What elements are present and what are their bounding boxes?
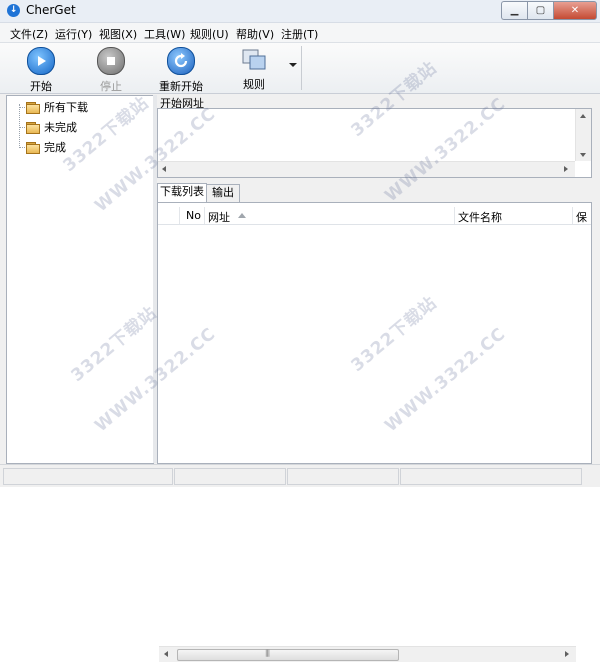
- status-segment: [174, 468, 286, 485]
- menu-help[interactable]: 帮助(V): [236, 26, 274, 42]
- tree-item-incomplete[interactable]: 未完成: [26, 119, 77, 135]
- menu-view[interactable]: 视图(X): [99, 26, 137, 42]
- scroll-left-icon[interactable]: [164, 651, 168, 657]
- start-label: 开始: [30, 80, 52, 93]
- scroll-right-icon[interactable]: [564, 166, 568, 172]
- tree-guide-line: [19, 104, 21, 148]
- folder-icon: [26, 101, 40, 114]
- download-list: No 网址 文件名称 保 |||: [157, 202, 592, 662]
- scroll-thumb[interactable]: [177, 649, 399, 661]
- column-separator[interactable]: [204, 207, 205, 224]
- url-textarea[interactable]: [157, 108, 592, 178]
- column-url[interactable]: 网址: [208, 209, 230, 225]
- tree-item-all-downloads[interactable]: 所有下载: [26, 99, 88, 115]
- windows-icon: [241, 47, 267, 73]
- folder-icon: [26, 121, 40, 134]
- rules-dropdown-arrow[interactable]: [289, 63, 297, 67]
- url-horizontal-scrollbar[interactable]: [158, 161, 575, 177]
- tree-item-complete[interactable]: 完成: [26, 139, 66, 155]
- scroll-left-icon[interactable]: [162, 166, 166, 172]
- caption-buttons: ▁ ▢ ✕: [501, 1, 597, 20]
- play-icon: [27, 47, 55, 75]
- toolbar: 开始 停止 重新开始 规则: [0, 43, 600, 94]
- menu-rules[interactable]: 规则(U): [190, 26, 229, 42]
- app-icon: ↓: [7, 4, 20, 17]
- restart-button[interactable]: 重新开始: [158, 47, 204, 93]
- menu-tools[interactable]: 工具(W): [144, 26, 185, 42]
- scroll-right-icon[interactable]: [565, 651, 569, 657]
- app-window: ↓ CherGet ▁ ▢ ✕ 文件(Z) 运行(Y) 视图(X) 工具(W) …: [0, 0, 600, 662]
- window-title: CherGet: [26, 3, 76, 17]
- minimize-button[interactable]: ▁: [501, 1, 527, 20]
- status-segment: [400, 468, 582, 485]
- restart-icon: [167, 47, 195, 75]
- tab-output[interactable]: 输出: [206, 184, 240, 202]
- menu-file[interactable]: 文件(Z): [10, 26, 48, 42]
- menu-run[interactable]: 运行(Y): [55, 26, 92, 42]
- column-separator[interactable]: [454, 207, 455, 224]
- tab-download-list[interactable]: 下载列表: [157, 183, 207, 202]
- tree-item-label: 所有下载: [44, 101, 88, 114]
- stop-button[interactable]: 停止: [92, 47, 130, 93]
- stop-label: 停止: [100, 80, 122, 93]
- restart-label: 重新开始: [159, 80, 203, 93]
- column-filename[interactable]: 文件名称: [458, 209, 502, 225]
- menu-bar: 文件(Z) 运行(Y) 视图(X) 工具(W) 规则(U) 帮助(V) 注册(T…: [0, 23, 600, 43]
- start-button[interactable]: 开始: [22, 47, 60, 93]
- close-icon: ✕: [570, 5, 580, 16]
- folder-icon: [26, 141, 40, 154]
- maximize-icon: ▢: [535, 5, 546, 16]
- sort-ascending-icon: [238, 213, 246, 218]
- scroll-grip-icon: |||: [265, 649, 270, 657]
- title-bar[interactable]: ↓ CherGet ▁ ▢ ✕: [0, 0, 600, 23]
- column-save[interactable]: 保: [576, 209, 587, 225]
- rules-label: 规则: [243, 78, 265, 91]
- maximize-button[interactable]: ▢: [527, 1, 553, 20]
- tree-item-label: 未完成: [44, 121, 77, 134]
- column-no[interactable]: No: [186, 209, 201, 222]
- status-segment: [3, 468, 173, 485]
- list-header: No 网址 文件名称 保: [158, 207, 591, 225]
- column-separator[interactable]: [179, 207, 180, 224]
- close-button[interactable]: ✕: [553, 1, 597, 20]
- scroll-down-icon[interactable]: [580, 153, 586, 157]
- url-vertical-scrollbar[interactable]: [575, 109, 591, 161]
- scroll-up-icon[interactable]: [580, 114, 586, 118]
- column-separator[interactable]: [572, 207, 573, 224]
- minimize-icon: ▁: [510, 5, 519, 16]
- list-horizontal-scrollbar[interactable]: |||: [159, 646, 576, 662]
- tree-item-label: 完成: [44, 141, 66, 154]
- status-bar: [0, 464, 600, 487]
- status-segment: [287, 468, 399, 485]
- toolbar-separator: [301, 46, 302, 90]
- stop-icon: [97, 47, 125, 75]
- category-tree: 所有下载 未完成 完成: [6, 95, 154, 464]
- menu-register[interactable]: 注册(T): [281, 26, 318, 42]
- rules-button[interactable]: 规则: [235, 47, 273, 91]
